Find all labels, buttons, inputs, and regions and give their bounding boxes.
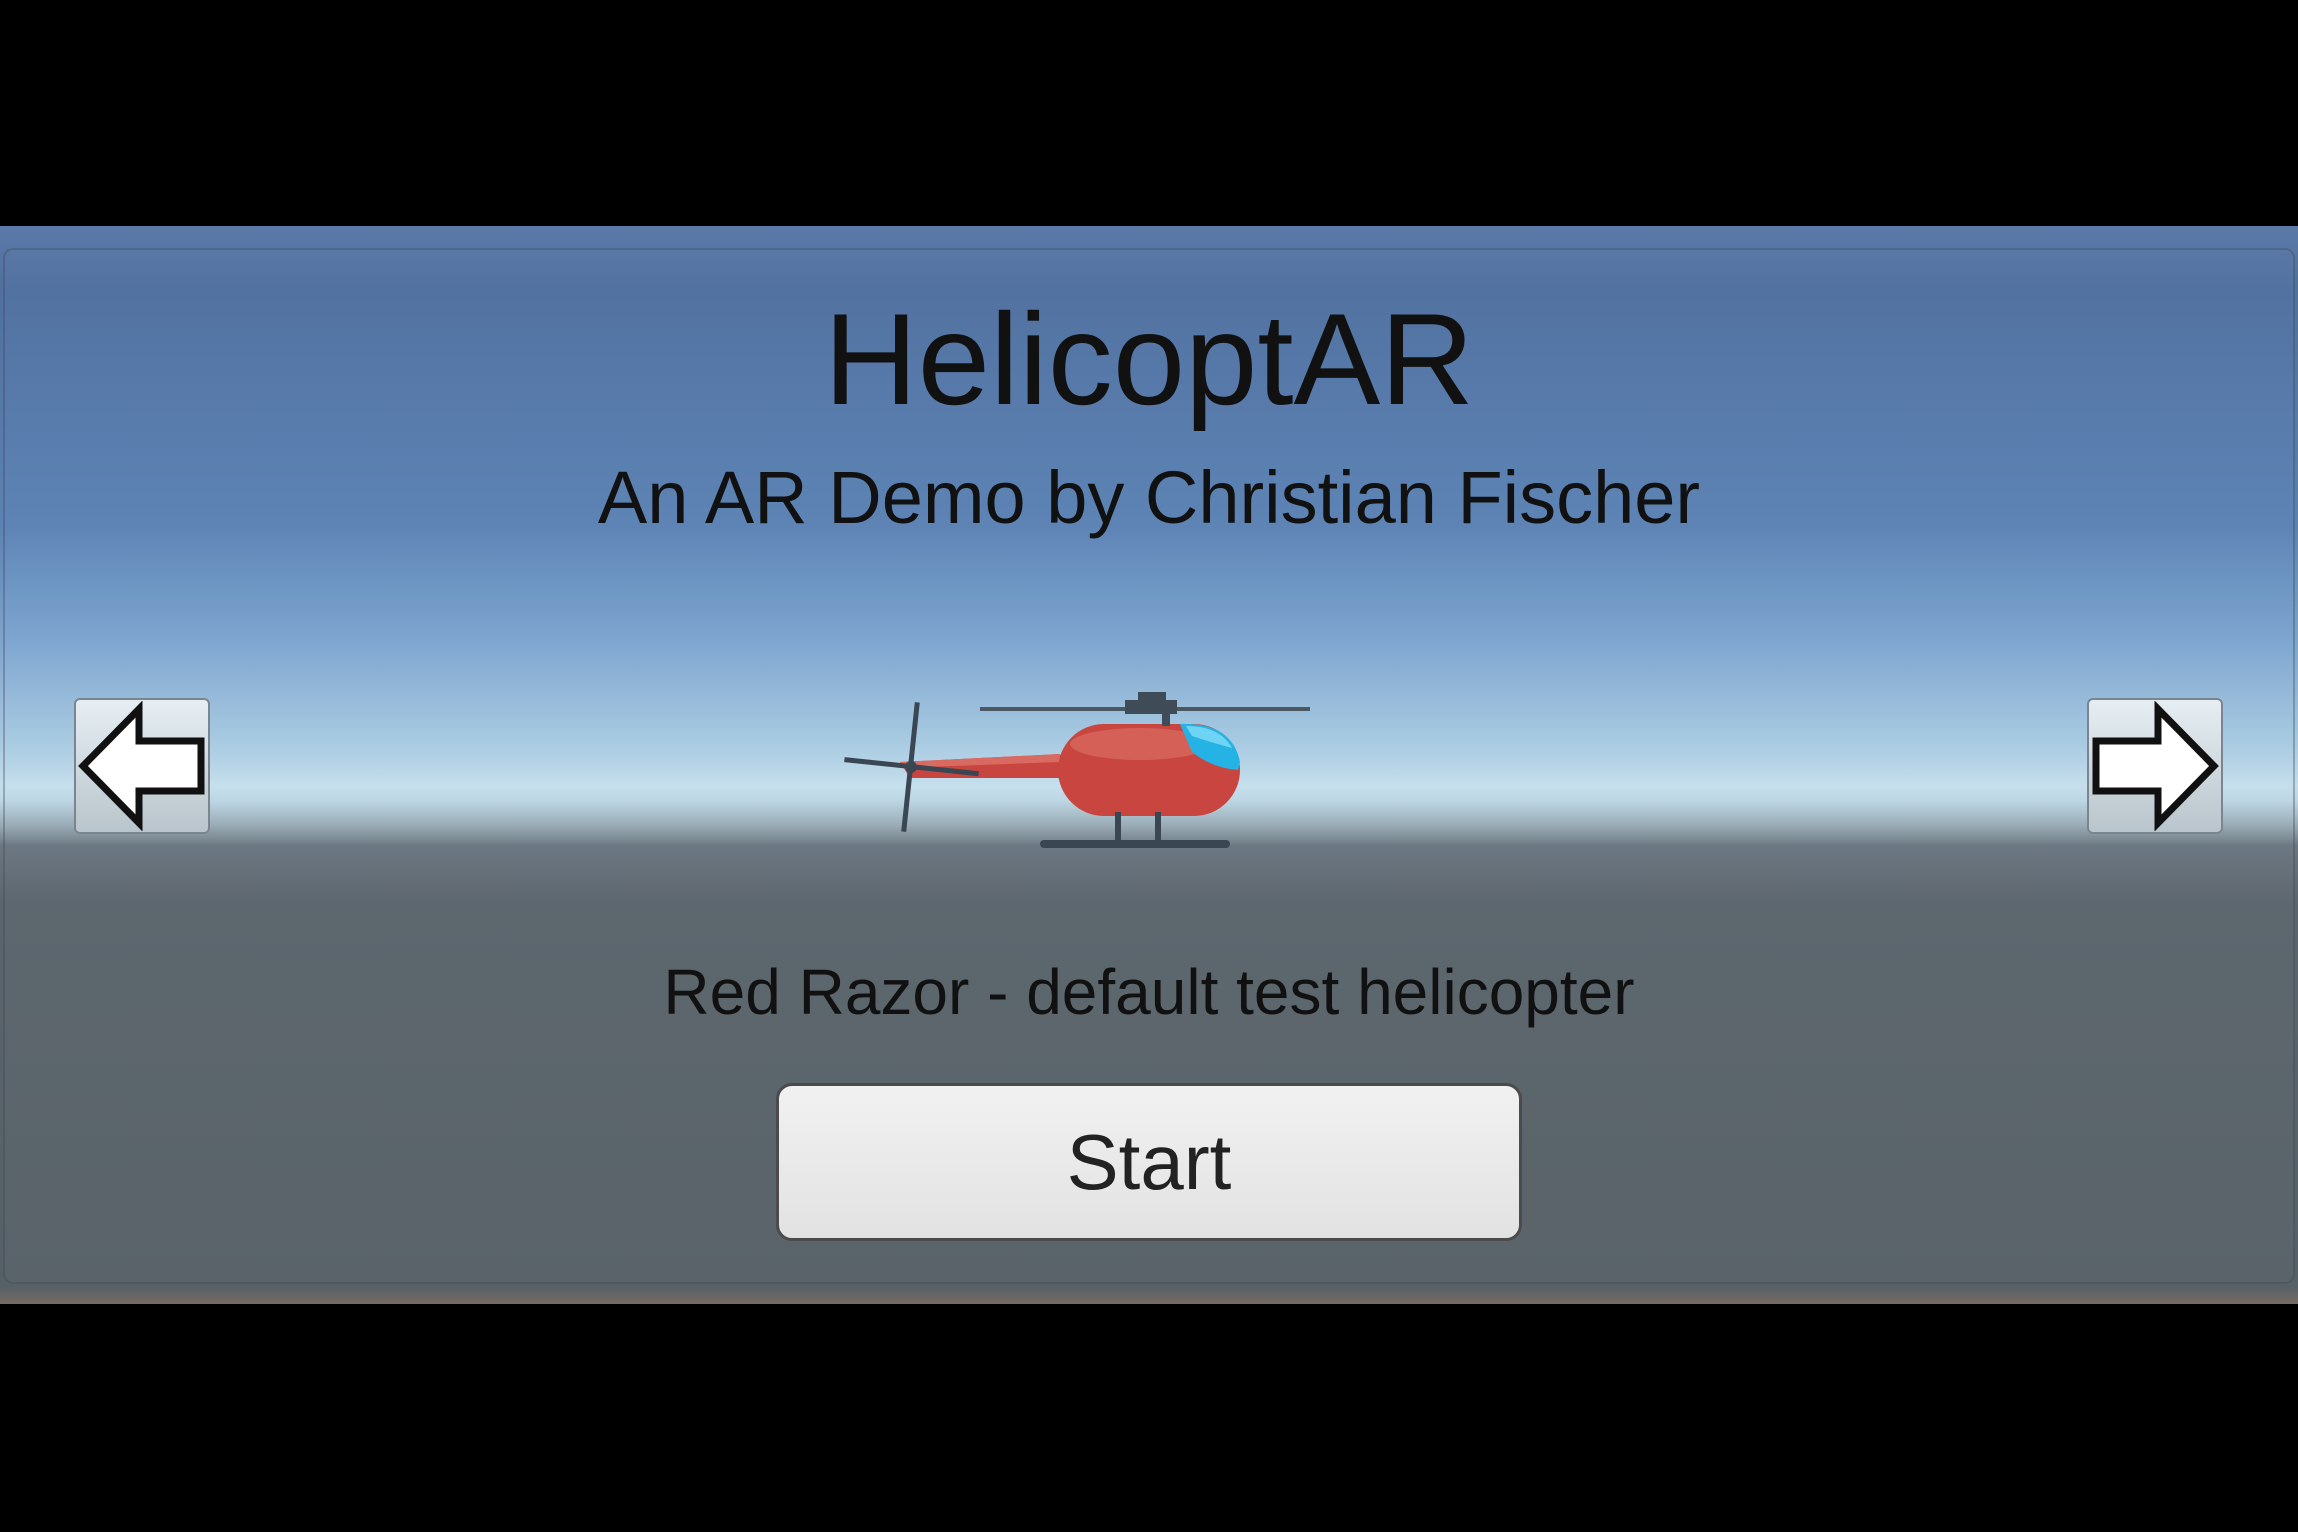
app-title: HelicoptAR	[823, 286, 1475, 432]
helicopter-model	[844, 692, 1310, 848]
start-button[interactable]: Start	[776, 1083, 1522, 1241]
app-subtitle: An AR Demo by Christian Fischer	[597, 456, 1701, 539]
helicopter-description: Red Razor - default test helicopter	[663, 956, 1635, 1028]
arrow-right-icon	[2092, 701, 2219, 831]
previous-helicopter-button[interactable]	[74, 698, 210, 834]
next-helicopter-button[interactable]	[2087, 698, 2223, 834]
ar-scene: HelicoptAR An AR Demo by Christian Fisch…	[0, 226, 2298, 1304]
start-button-label: Start	[1066, 1117, 1232, 1206]
arrow-left-icon	[78, 701, 205, 831]
app-screen: HelicoptAR An AR Demo by Christian Fisch…	[0, 0, 2298, 1532]
